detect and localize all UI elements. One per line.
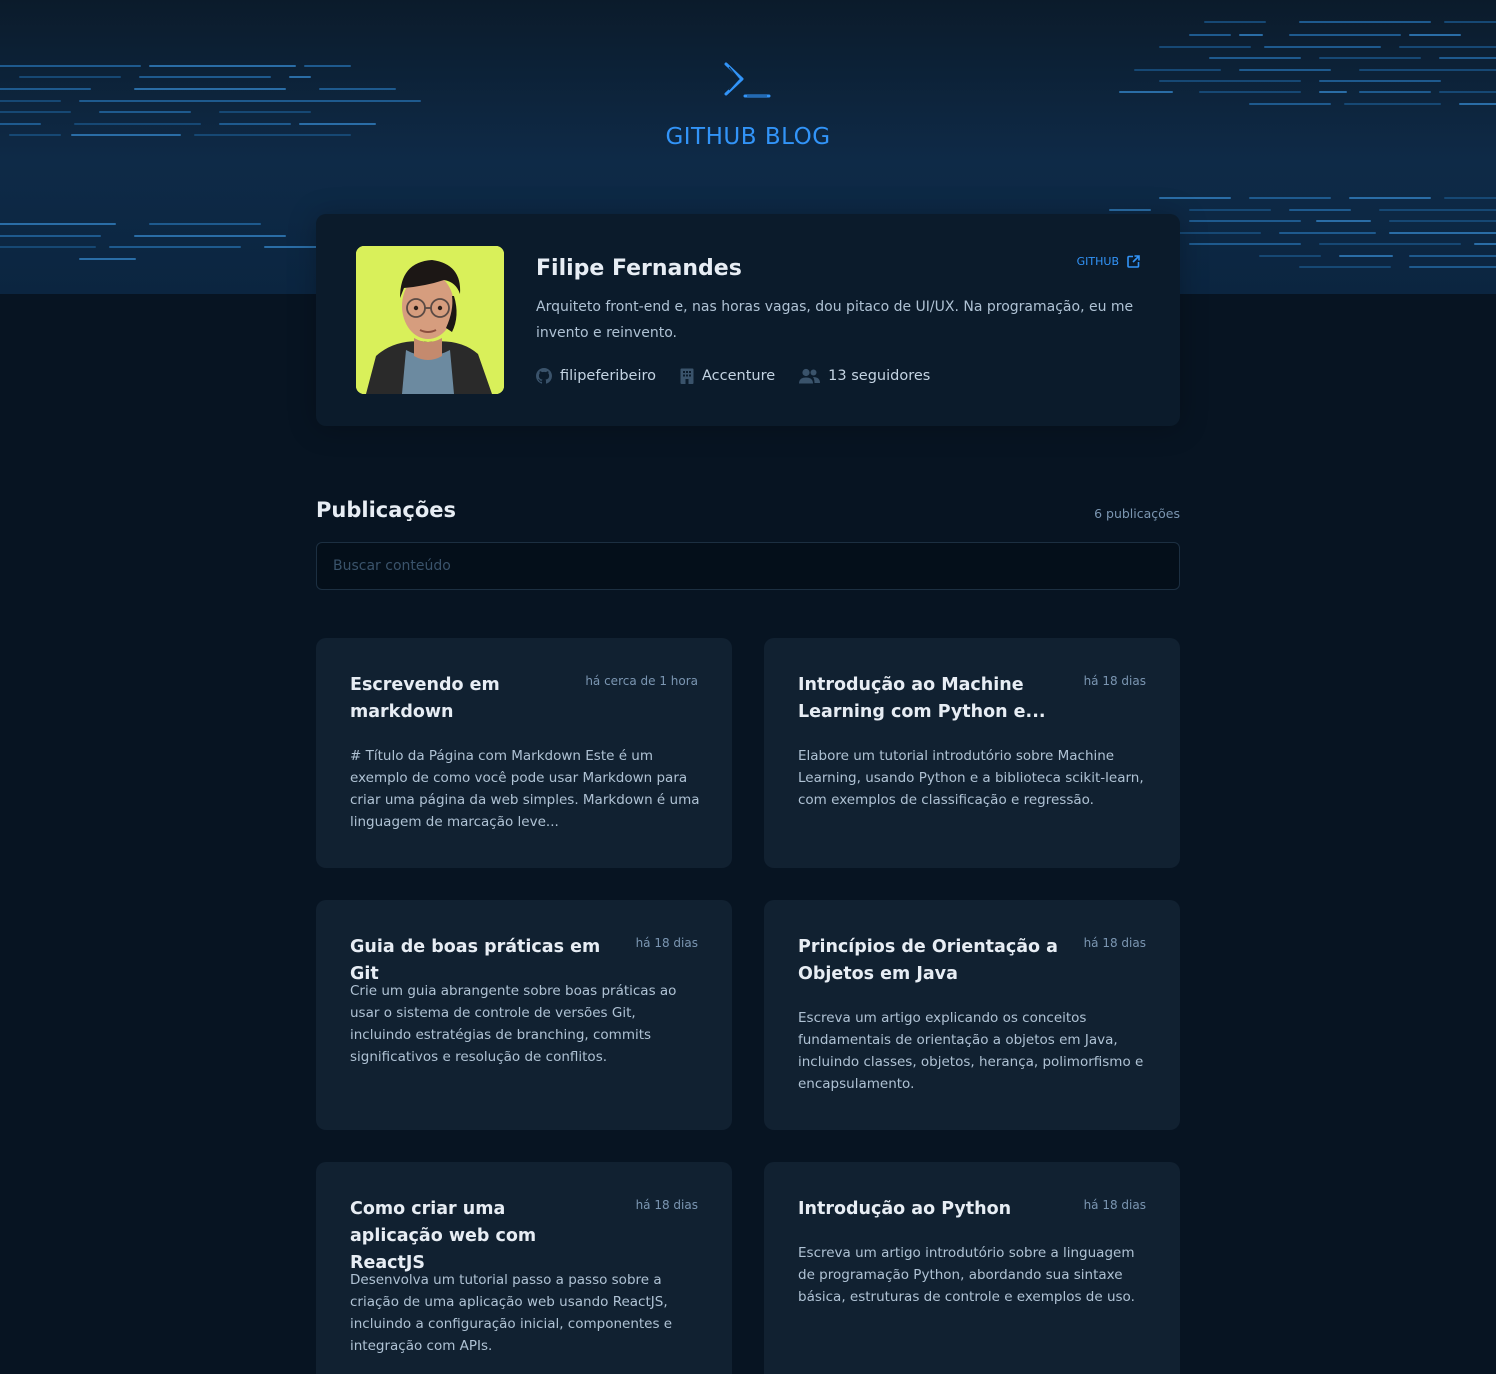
publications-count: 6 publicações: [1094, 506, 1180, 521]
publications-title: Publicações: [316, 498, 457, 522]
post-card[interactable]: Introdução ao Machine Learning com Pytho…: [764, 638, 1180, 868]
post-excerpt: # Título da Página com Markdown Este é u…: [350, 748, 700, 830]
user-group-icon: [799, 368, 821, 384]
post-card[interactable]: Introdução ao Python há 18 dias Escreva …: [764, 1162, 1180, 1374]
post-excerpt: Desenvolva um tutorial passo a passo sob…: [350, 1272, 673, 1354]
avatar: [356, 246, 504, 394]
profile-card: Filipe Fernandes GITHUB Arquiteto front-…: [316, 214, 1180, 426]
post-time: há 18 dias: [1083, 1198, 1146, 1212]
post-card[interactable]: Princípios de Orientação a Objetos em Ja…: [764, 900, 1180, 1130]
post-card[interactable]: Como criar uma aplicação web com ReactJS…: [316, 1162, 732, 1374]
profile-bio: Arquiteto front-end e, nas horas vagas, …: [536, 299, 1134, 341]
building-icon: [680, 368, 694, 384]
brand: GITHUB BLOG: [0, 60, 1496, 150]
post-card[interactable]: Escrevendo em markdown há cerca de 1 hor…: [316, 638, 732, 868]
post-title: Introdução ao Python: [798, 1199, 1012, 1219]
post-time: há 18 dias: [1083, 674, 1146, 688]
profile-username-text: filipeferibeiro: [560, 368, 656, 384]
post-excerpt: Escreva um artigo introdutório sobre a l…: [798, 1245, 1135, 1305]
profile-name: Filipe Fernandes: [536, 256, 742, 281]
post-time: há 18 dias: [635, 1198, 698, 1212]
terminal-prompt-icon: [724, 62, 771, 98]
post-card[interactable]: Guia de boas práticas em Git há 18 dias …: [316, 900, 732, 1130]
external-link-icon: [1127, 255, 1140, 268]
post-time: há 18 dias: [635, 936, 698, 950]
post-time: há 18 dias: [1083, 936, 1146, 950]
profile-username: filipeferibeiro: [536, 368, 656, 384]
profile-company: Accenture: [680, 368, 775, 384]
post-excerpt: Crie um guia abrangente sobre boas práti…: [350, 983, 677, 1065]
post-title: Escrevendo em markdown: [350, 675, 500, 722]
profile-meta: filipeferibeiro Accenture 13 seguidores: [536, 368, 930, 384]
profile-followers: 13 seguidores: [799, 368, 930, 384]
post-title: Como criar uma aplicação web com ReactJS: [350, 1199, 537, 1273]
profile-company-text: Accenture: [702, 368, 776, 384]
post-title: Princípios de Orientação a Objetos em Ja…: [798, 937, 1058, 984]
github-link-label: GITHUB: [1076, 255, 1119, 268]
post-time: há cerca de 1 hora: [585, 674, 698, 688]
profile-followers-text: 13 seguidores: [828, 368, 931, 384]
post-excerpt: Elabore um tutorial introdutório sobre M…: [798, 748, 1144, 808]
github-icon: [536, 368, 552, 384]
brand-title: GITHUB BLOG: [665, 124, 831, 150]
post-excerpt: Escreva um artigo explicando os conceito…: [798, 1010, 1144, 1092]
github-link[interactable]: GITHUB: [1077, 255, 1140, 268]
search-input[interactable]: [316, 542, 1180, 590]
post-title: Introdução ao Machine Learning com Pytho…: [798, 675, 1046, 722]
